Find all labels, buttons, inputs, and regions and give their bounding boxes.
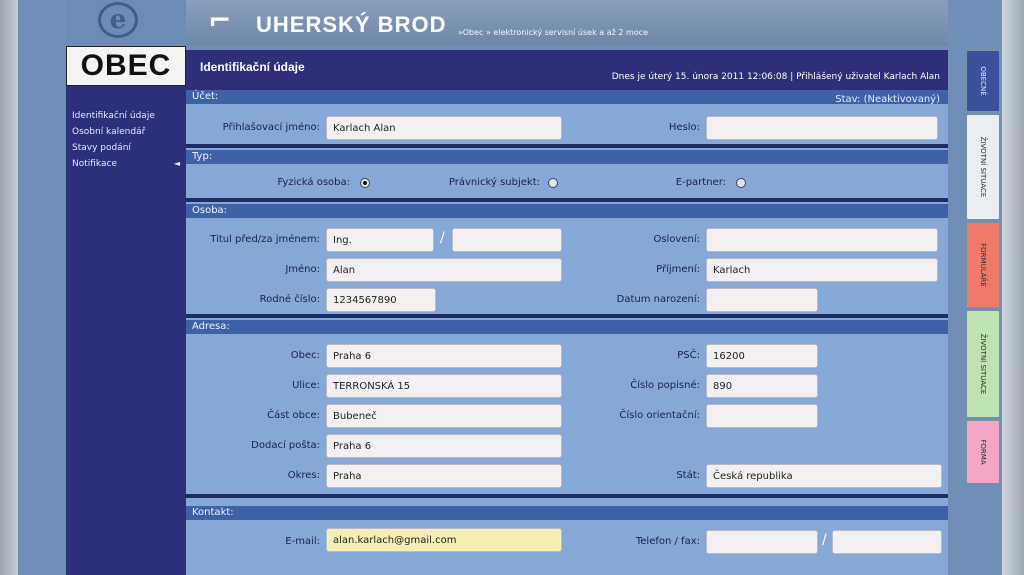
login-label: Přihlašovací jméno: [222, 122, 320, 133]
email-label: E-mail: [285, 536, 320, 547]
right-tabs: OBECNÉ ŽIVOTNÍ SITUACE FORMULÁŘE ŽIVOTNÍ… [966, 44, 1000, 575]
tab-label: ŽIVOTNÍ SITUACE [979, 136, 987, 198]
cislo-orientacni-label: Číslo orientační: [619, 410, 700, 421]
nav-item-label: Stavy podání [72, 143, 131, 153]
nav-item-label: Identifikační údaje [72, 111, 155, 121]
pravnicky-subjekt-radio[interactable] [548, 178, 558, 188]
datetime-user-info: Dnes je úterý 15. února 2011 12:06:08 | … [611, 72, 940, 82]
telefon-input[interactable] [706, 530, 818, 554]
datum-narozeni-input[interactable] [706, 288, 818, 312]
psc-input[interactable]: 16200 [706, 344, 818, 368]
section-divider [186, 144, 948, 148]
cislo-orientacni-input[interactable] [706, 404, 818, 428]
dodaci-posta-label: Dodací pošta: [251, 440, 320, 451]
monitor-bezel-right [1002, 0, 1024, 575]
page-titlebar: Identifikační údaje Dnes je úterý 15. ún… [186, 50, 948, 90]
tab-label: FORMULÁŘE [979, 243, 987, 287]
email-input[interactable]: alan.karlach@gmail.com [326, 528, 562, 552]
tab-zivotni-situace[interactable]: ŽIVOTNÍ SITUACE [966, 114, 1000, 220]
cislo-popisne-input[interactable]: 890 [706, 374, 818, 398]
account-state: Stav: (Neaktivovaný) [835, 94, 940, 105]
left-navigation: Identifikační údaje Osobní kalendář Stav… [66, 86, 186, 575]
ulice-label: Ulice: [292, 380, 320, 391]
arrow-left-icon: ◄ [173, 159, 180, 168]
section-adresa: Adresa: [186, 320, 948, 334]
titul-label: Titul před/za jménem: [210, 234, 320, 245]
obec-label: OBEC [66, 46, 186, 86]
stat-label: Stát: [676, 470, 700, 481]
tab-label: FORMA [979, 439, 987, 465]
fax-input[interactable] [832, 530, 942, 554]
ulice-input[interactable]: TERRONSKÁ 15 [326, 374, 562, 398]
titul-pred-input[interactable]: Ing. [326, 228, 434, 252]
e-logo-icon: e [98, 2, 138, 38]
slash-separator: / [440, 230, 445, 246]
tab-forma[interactable]: FORMA [966, 420, 1000, 484]
obec-input[interactable]: Praha 6 [326, 344, 562, 368]
obec-label: Obec: [290, 350, 320, 361]
password-label: Heslo: [668, 122, 700, 133]
telefon-fax-label: Telefon / fax: [635, 536, 700, 547]
tab-label: OBECNÉ [979, 66, 987, 96]
tab-obecne[interactable]: OBECNÉ [966, 50, 1000, 112]
section-kontakt: Kontakt: [186, 506, 948, 520]
form-panel: Účet: Stav: (Neaktivovaný) Přihlašovací … [186, 90, 948, 575]
rodne-cislo-input[interactable]: 1234567890 [326, 288, 436, 312]
nav-item-label: Notifikace [72, 159, 117, 169]
titul-za-input[interactable] [452, 228, 562, 252]
nav-item-label: Osobní kalendář [72, 127, 146, 137]
cast-obce-input[interactable]: Bubeneč [326, 404, 562, 428]
rodne-cislo-label: Rodné číslo: [259, 294, 320, 305]
jmeno-label: Jméno: [285, 264, 320, 275]
nav-item-stavy-podani[interactable]: Stavy podání [66, 140, 186, 156]
okres-label: Okres: [287, 470, 320, 481]
section-divider [186, 198, 948, 202]
e-partner-radio[interactable] [736, 178, 746, 188]
tab-formulare[interactable]: FORMULÁŘE [966, 222, 1000, 308]
cislo-popisne-label: Číslo popisné: [630, 380, 700, 391]
section-typ: Typ: [186, 150, 948, 164]
tab-zivotni-situace-2[interactable]: ŽIVOTNÍ SITUACE [966, 310, 1000, 418]
brand-icon: ⌐ [208, 4, 232, 37]
prijmeni-label: Příjmení: [656, 264, 700, 275]
section-divider [186, 314, 948, 318]
fyzicka-osoba-radio[interactable] [360, 178, 370, 188]
login-input[interactable]: Karlach Alan [326, 116, 562, 140]
osloveni-input[interactable] [706, 228, 938, 252]
dodaci-posta-input[interactable]: Praha 6 [326, 434, 562, 458]
brand-title[interactable]: UHERSKÝ BROD [256, 12, 446, 38]
breadcrumb: »Obec » elektronický servisní úsek a až … [458, 28, 648, 37]
section-divider [186, 494, 948, 498]
nav-item-notifikace[interactable]: Notifikace ◄ [66, 156, 186, 172]
monitor-bezel-left [0, 0, 18, 575]
osloveni-label: Oslovení: [653, 234, 700, 245]
fyzicka-osoba-label: Fyzická osoba: [277, 177, 351, 188]
section-osoba: Osoba: [186, 204, 948, 218]
nav-item-osobni-kalendar[interactable]: Osobní kalendář [66, 124, 186, 140]
psc-label: PSČ: [677, 350, 700, 361]
datum-narozeni-label: Datum narození: [616, 294, 700, 305]
slash-separator: / [822, 532, 827, 548]
prijmeni-input[interactable]: Karlach [706, 258, 938, 282]
password-input[interactable] [706, 116, 938, 140]
section-ucet: Účet: [186, 90, 948, 104]
stat-select[interactable]: Česká republika [706, 464, 942, 488]
jmeno-input[interactable]: Alan [326, 258, 562, 282]
cast-obce-label: Část obce: [267, 410, 320, 421]
pravnicky-subjekt-label: Právnický subjekt: [448, 177, 540, 188]
tab-label: ŽIVOTNÍ SITUACE [979, 333, 987, 395]
logo-area: e [66, 0, 186, 44]
okres-input[interactable]: Praha [326, 464, 562, 488]
e-partner-label: E-partner: [675, 177, 726, 188]
nav-item-identifikacni-udaje[interactable]: Identifikační údaje [66, 108, 186, 124]
page-title: Identifikační údaje [200, 60, 305, 74]
site-header: ⌐ UHERSKÝ BROD »Obec » elektronický serv… [186, 0, 948, 46]
